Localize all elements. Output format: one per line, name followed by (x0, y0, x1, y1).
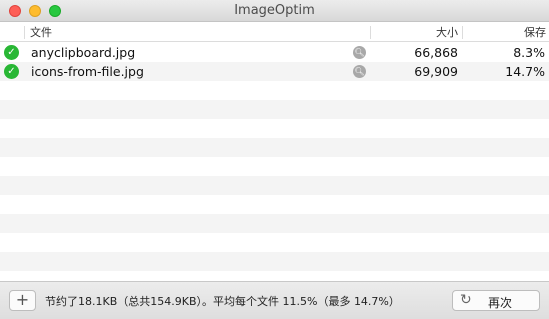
table-row[interactable]: ✓ anyclipboard.jpg 🔍︎ 66,868 8.3% (0, 43, 549, 62)
column-header: 文件 大小 保存 (0, 23, 549, 42)
savings-status: 节约了18.1KB（总共154.9KB）。平均每个文件 11.5%（最多 14.… (45, 295, 400, 308)
empty-row (0, 81, 549, 100)
file-size: 69,909 (414, 64, 458, 79)
empty-row (0, 176, 549, 195)
file-name: anyclipboard.jpg (31, 45, 136, 60)
empty-row (0, 100, 549, 119)
bottom-toolbar: + 节约了18.1KB（总共154.9KB）。平均每个文件 11.5%（最多 1… (0, 281, 549, 319)
check-icon: ✓ (4, 45, 19, 60)
empty-row (0, 157, 549, 176)
again-button[interactable]: ↻ 再次 (452, 290, 540, 311)
table-row[interactable]: ✓ icons-from-file.jpg 🔍︎ 69,909 14.7% (0, 62, 549, 81)
file-list: ✓ anyclipboard.jpg 🔍︎ 66,868 8.3% ✓ icon… (0, 43, 549, 290)
empty-row (0, 195, 549, 214)
check-icon: ✓ (4, 64, 19, 79)
file-saved: 8.3% (513, 45, 545, 60)
empty-row (0, 233, 549, 252)
file-size: 66,868 (414, 45, 458, 60)
again-button-label: 再次 (487, 296, 512, 310)
add-files-button[interactable]: + (9, 290, 36, 311)
empty-row (0, 214, 549, 233)
app-window: ImageOptim 文件 大小 保存 ✓ anyclipboard.jpg 🔍… (0, 0, 549, 319)
magnifier-icon[interactable]: 🔍︎ (353, 65, 366, 78)
file-name: icons-from-file.jpg (31, 64, 144, 79)
title-bar: ImageOptim (0, 0, 549, 22)
column-header-saved[interactable]: 保存 (462, 23, 546, 42)
column-header-file[interactable]: 文件 (30, 23, 52, 42)
empty-row (0, 252, 549, 271)
window-title: ImageOptim (234, 3, 315, 18)
column-header-size[interactable]: 大小 (370, 23, 458, 42)
file-saved: 14.7% (505, 64, 545, 79)
empty-row (0, 138, 549, 157)
empty-row (0, 119, 549, 138)
magnifier-icon[interactable]: 🔍︎ (353, 46, 366, 59)
column-separator (24, 26, 25, 39)
